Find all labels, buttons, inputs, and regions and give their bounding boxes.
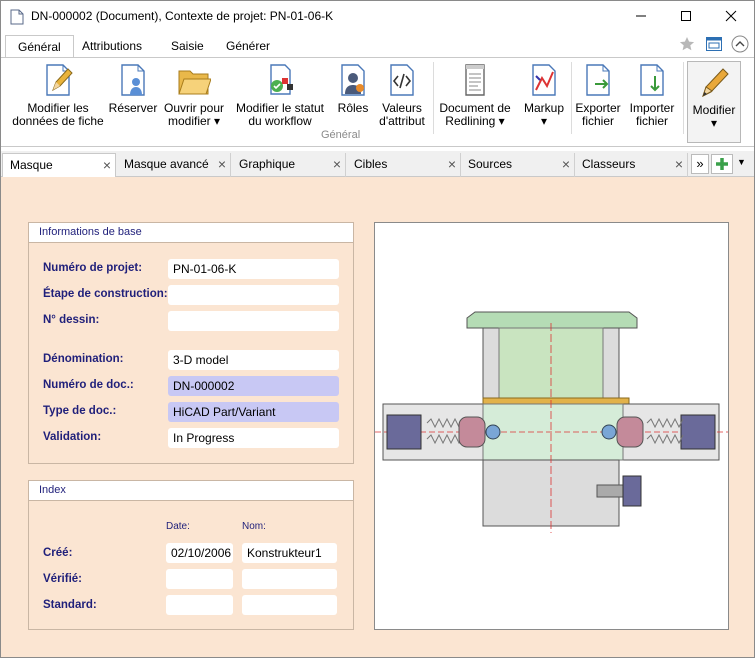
add-tab-button[interactable]	[711, 154, 733, 174]
tab-sources[interactable]: Sources ×	[461, 153, 575, 177]
standard-date-field[interactable]	[166, 595, 233, 615]
title-bar: DN-000002 (Document), Contexte de projet…	[1, 1, 754, 33]
document-tab-bar: Masque × Masque avancé × Graphique × Cibles…	[1, 151, 754, 177]
markup-button[interactable]: Markup ▾	[519, 62, 569, 128]
ribbon-separator	[683, 62, 684, 134]
markup-icon	[532, 64, 556, 96]
close-tab-icon[interactable]: ×	[562, 153, 570, 175]
close-tab-icon[interactable]: ×	[333, 153, 341, 175]
project-number-field[interactable]: PN-01-06-K	[168, 259, 339, 279]
ribbon-group-label: Général	[321, 129, 361, 141]
maximize-button[interactable]	[663, 1, 708, 31]
modify-data-button[interactable]: Modifier les données de fiche	[11, 62, 105, 128]
import-file-button[interactable]: Importer fichier	[625, 62, 679, 128]
tab-generer[interactable]: Générer	[214, 35, 282, 57]
field-label: Dénomination:	[43, 353, 124, 365]
more-tabs-button[interactable]: »	[691, 154, 709, 174]
cad-assembly-drawing	[375, 311, 728, 533]
panel-title: Index	[29, 481, 353, 501]
close-tab-icon[interactable]: ×	[218, 153, 226, 175]
app-window: DN-000002 (Document), Contexte de projet…	[0, 0, 755, 658]
reserve-document-icon	[121, 64, 145, 96]
drawing-number-field[interactable]	[168, 311, 339, 331]
created-name-field[interactable]: Konstrukteur1	[242, 543, 337, 563]
redlining-document-icon	[465, 64, 485, 96]
tab-classeurs[interactable]: Classeurs ×	[575, 153, 688, 177]
close-tab-icon[interactable]: ×	[448, 153, 456, 175]
chevron-down-icon[interactable]: ▼	[737, 157, 746, 167]
modify-button[interactable]: Modifier ▾	[687, 61, 741, 143]
field-label: Numéro de doc.:	[43, 379, 134, 391]
ribbon: Modifier les données de fiche Réserver O…	[1, 57, 754, 147]
star-icon[interactable]	[679, 36, 695, 55]
minimize-button[interactable]	[618, 1, 663, 31]
close-button[interactable]	[708, 1, 753, 31]
construction-stage-field[interactable]	[168, 285, 339, 305]
close-tab-icon[interactable]: ×	[103, 154, 111, 176]
attribute-code-icon	[390, 64, 414, 96]
open-folder-icon	[178, 70, 211, 95]
field-label: Type de doc.:	[43, 405, 117, 417]
window-title: DN-000002 (Document), Contexte de projet…	[31, 9, 334, 23]
panel-title: Informations de base	[29, 223, 353, 243]
plus-icon	[716, 158, 728, 170]
edit-document-icon	[46, 64, 73, 96]
redlining-document-button[interactable]: Document de Redlining ▾	[437, 62, 513, 128]
field-label: Étape de construction:	[43, 288, 168, 300]
field-label: Créé:	[43, 547, 73, 559]
validation-field[interactable]: In Progress	[168, 428, 339, 448]
field-label: Vérifié:	[43, 573, 82, 585]
cad-model-preview	[374, 222, 729, 630]
name-column-label: Nom:	[242, 521, 266, 532]
ribbon-separator	[571, 62, 572, 134]
base-info-panel: Informations de base Numéro de projet: P…	[28, 222, 354, 464]
tab-masque-avance[interactable]: Masque avancé ×	[117, 153, 231, 177]
close-tab-icon[interactable]: ×	[675, 153, 683, 175]
tab-saisie[interactable]: Saisie	[159, 35, 216, 57]
pencil-icon	[702, 68, 729, 98]
field-label: Standard:	[43, 599, 97, 611]
roles-icon	[341, 64, 365, 96]
field-label: Numéro de projet:	[43, 262, 143, 274]
export-file-button[interactable]: Exporter fichier	[573, 62, 623, 128]
ribbon-tab-bar: Général Attributions Saisie Générer	[1, 33, 754, 59]
open-for-modify-button[interactable]: Ouvrir pour modifier ▾	[161, 62, 227, 128]
tab-masque[interactable]: Masque ×	[2, 153, 116, 177]
export-file-icon	[586, 64, 610, 96]
ribbon-separator	[433, 62, 434, 134]
standard-name-field[interactable]	[242, 595, 337, 615]
document-type-field[interactable]: HiCAD Part/Variant	[168, 402, 339, 422]
tab-cibles[interactable]: Cibles ×	[347, 153, 461, 177]
import-file-icon	[640, 64, 664, 96]
index-panel: Index Date: Nom: Créé: 02/10/2006 Konstr…	[28, 480, 354, 630]
created-date-field[interactable]: 02/10/2006	[166, 543, 233, 563]
verified-date-field[interactable]	[166, 569, 233, 589]
collapse-ribbon-icon[interactable]	[731, 35, 749, 56]
tab-general[interactable]: Général	[5, 35, 74, 59]
denomination-field[interactable]: 3-D model	[168, 350, 339, 370]
reserve-button[interactable]: Réserver	[107, 62, 159, 115]
modify-workflow-status-button[interactable]: Modifier le statut du workflow	[231, 62, 329, 128]
document-number-field[interactable]: DN-000002	[168, 376, 339, 396]
tab-attributions[interactable]: Attributions	[70, 35, 154, 57]
workflow-status-icon	[270, 64, 293, 95]
roles-button[interactable]: Rôles	[335, 62, 371, 115]
verified-name-field[interactable]	[242, 569, 337, 589]
field-label: Validation:	[43, 431, 102, 443]
form-content: Informations de base Numéro de projet: P…	[1, 177, 754, 657]
attribute-values-button[interactable]: Valeurs d'attribut	[375, 62, 429, 128]
date-column-label: Date:	[166, 521, 190, 532]
window-layout-icon[interactable]	[706, 37, 722, 54]
document-icon	[10, 9, 24, 28]
tab-graphique[interactable]: Graphique ×	[232, 153, 346, 177]
field-label: N° dessin:	[43, 314, 100, 326]
